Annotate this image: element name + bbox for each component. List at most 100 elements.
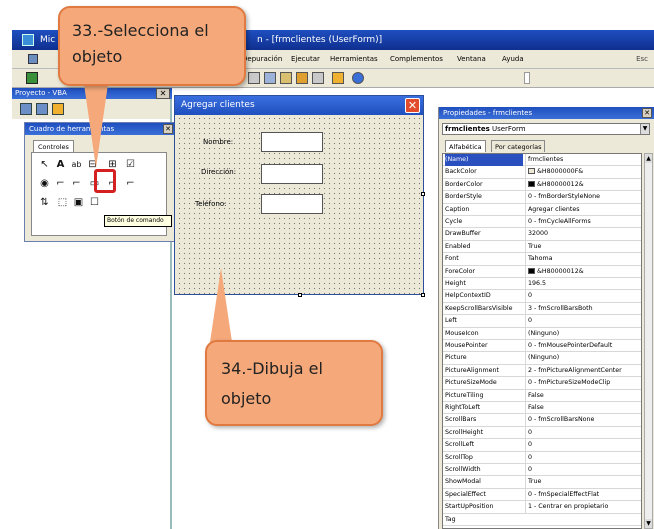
property-row[interactable]: Tag — [443, 514, 641, 526]
textbox-direccion[interactable] — [261, 164, 323, 184]
refedit-tool-icon[interactable]: ☐ — [88, 196, 101, 209]
property-row[interactable]: Enabled True — [443, 240, 641, 254]
toolbox-tab-controles[interactable]: Controles — [33, 140, 74, 152]
toolbar-button-3[interactable] — [280, 72, 292, 84]
property-row[interactable]: PictureAlignment 2 - fmPictureAlignmentCe… — [443, 364, 641, 378]
property-value[interactable]: 0 - fmMousePointerDefault — [525, 340, 641, 353]
textbox-telefono[interactable] — [261, 194, 323, 214]
property-row[interactable]: SpecialEffect 0 - fmSpecialEffectFlat — [443, 488, 641, 502]
form-resize-handle-bottom[interactable] — [298, 293, 302, 297]
property-row[interactable]: Caption Agregar clientes — [443, 203, 641, 216]
menu-complementos[interactable]: Complementos — [390, 50, 443, 69]
property-value[interactable]: 1 - Centrar en propietario — [525, 501, 641, 514]
textbox-tool-icon[interactable]: ab — [70, 158, 83, 171]
property-value[interactable]: 0 - fmCycleAllForms — [525, 216, 641, 229]
label-tool-icon[interactable]: A — [54, 158, 67, 171]
toolbar-button-5[interactable] — [312, 72, 324, 84]
tab-alfabetica[interactable]: Alfabética — [445, 140, 486, 152]
property-row[interactable]: ScrollTop 0 — [443, 451, 641, 464]
property-value[interactable]: 0 - fmPictureSizeModeClip — [525, 377, 641, 390]
property-value[interactable]: 0 — [525, 451, 641, 464]
property-value[interactable]: 0 — [525, 426, 641, 440]
property-value[interactable]: 2 - fmPictureAlignmentCenter — [525, 364, 641, 378]
property-row[interactable]: Picture (Ninguno) — [443, 352, 641, 365]
label-telefono[interactable]: Teléfono: — [195, 200, 226, 208]
property-value[interactable]: 0 - fmBorderStyleNone — [525, 191, 641, 204]
scrollbar-tool-icon[interactable]: ⇅ — [38, 196, 51, 209]
optionbutton-tool-icon[interactable]: ◉ — [38, 177, 51, 190]
form-resize-handle-corner[interactable] — [421, 293, 425, 297]
property-row[interactable]: KeepScrollBarsVisible 3 - fmScrollBarsBot… — [443, 302, 641, 316]
toolbar-button-1[interactable] — [248, 72, 260, 84]
project-pane-close-icon[interactable]: ✕ — [156, 88, 170, 99]
property-value[interactable]: 32000 — [525, 228, 641, 241]
property-row[interactable]: BorderStyle 0 - fmBorderStyleNone — [443, 191, 641, 204]
view-object-icon[interactable] — [36, 103, 48, 115]
toolbox-close-icon[interactable]: ✕ — [163, 124, 173, 134]
toolbox-toggle-icon[interactable] — [332, 72, 344, 84]
menu-ayuda[interactable]: Ayuda — [502, 50, 524, 69]
property-row[interactable]: ShowModal True — [443, 476, 641, 489]
property-row[interactable]: HelpContextID 0 — [443, 290, 641, 303]
userform-close-icon[interactable]: ✕ — [405, 98, 420, 113]
property-value[interactable]: False — [525, 402, 641, 415]
property-value[interactable]: 0 - fmScrollBarsNone — [525, 414, 641, 427]
property-row[interactable]: Cycle 0 - fmCycleAllForms — [443, 216, 641, 229]
property-value[interactable]: (Ninguno) — [525, 327, 641, 340]
label-nombre[interactable]: Nombre: — [203, 138, 233, 146]
property-row[interactable]: ScrollBars 0 - fmScrollBarsNone — [443, 414, 641, 427]
property-row[interactable]: BackColor &H8000000F& — [443, 166, 641, 179]
frame-tool-icon[interactable]: ⌐ — [70, 177, 83, 190]
property-row[interactable]: ForeColor &H80000012& — [443, 265, 641, 278]
properties-scrollbar[interactable]: ▲ ▼ — [644, 153, 653, 529]
property-value[interactable]: &H80000012& — [525, 178, 641, 192]
property-value[interactable]: Tahoma — [525, 253, 641, 266]
property-value[interactable]: True — [525, 240, 641, 254]
property-value[interactable]: (Ninguno) — [525, 352, 641, 365]
property-row[interactable]: MouseIcon (Ninguno) — [443, 327, 641, 340]
property-value[interactable]: 3 - fmScrollBarsBoth — [525, 302, 641, 316]
property-row[interactable]: Left 0 — [443, 315, 641, 328]
toolbar-button-2[interactable] — [264, 72, 276, 84]
userform-designer[interactable]: Agregar clientes ✕ Nombre: Dirección: Te… — [174, 95, 424, 295]
properties-object-selector[interactable]: frmclientes UserForm ▼ — [442, 123, 650, 135]
property-row[interactable]: Height 196.5 — [443, 278, 641, 291]
property-value[interactable]: 0 - fmSpecialEffectFlat — [525, 488, 641, 502]
menu-ejecutar[interactable]: Ejecutar — [291, 50, 320, 69]
scroll-up-icon[interactable]: ▲ — [645, 154, 652, 163]
property-row[interactable]: Font Tahoma — [443, 253, 641, 266]
property-value[interactable]: &H8000000F& — [525, 166, 641, 179]
property-row[interactable]: BorderColor &H80000012& — [443, 178, 641, 192]
property-value[interactable]: &H80000012& — [525, 265, 641, 278]
property-row[interactable]: PictureSizeMode 0 - fmPictureSizeModeClip — [443, 377, 641, 390]
property-value[interactable]: Agregar clientes — [525, 203, 641, 216]
menu-herramientas[interactable]: Herramientas — [330, 50, 378, 69]
menu-ventana[interactable]: Ventana — [457, 50, 486, 69]
property-row[interactable]: ScrollHeight 0 — [443, 426, 641, 440]
chevron-down-icon[interactable]: ▼ — [640, 124, 649, 134]
property-value[interactable]: 0 — [525, 290, 641, 303]
toggle-folders-icon[interactable] — [52, 103, 64, 115]
properties-close-icon[interactable]: ✕ — [642, 108, 652, 118]
togglebutton-tool-icon[interactable]: ⌐ — [54, 177, 67, 190]
spinbutton-tool-icon[interactable]: ⬚ — [56, 196, 69, 209]
property-row[interactable]: StartUpPosition 1 - Centrar en propietari… — [443, 501, 641, 514]
property-row[interactable]: RightToLeft False — [443, 402, 641, 415]
property-value[interactable]: True — [525, 476, 641, 489]
scroll-down-icon[interactable]: ▼ — [645, 519, 652, 528]
pointer-tool-icon[interactable]: ↖ — [38, 158, 51, 171]
help-icon[interactable] — [352, 72, 364, 84]
toolbar-button-4[interactable] — [296, 72, 308, 84]
property-value[interactable]: 196.5 — [525, 278, 641, 291]
view-excel-icon[interactable] — [26, 72, 38, 84]
property-row[interactable]: PictureTiling False — [443, 389, 641, 402]
property-value[interactable]: 0 — [525, 315, 641, 328]
image-tool-icon[interactable]: ▣ — [72, 196, 85, 209]
label-direccion[interactable]: Dirección: — [201, 168, 236, 176]
property-row[interactable]: ScrollWidth 0 — [443, 464, 641, 477]
property-value[interactable]: 0 — [525, 464, 641, 477]
textbox-nombre[interactable] — [261, 132, 323, 152]
property-row[interactable]: DrawBuffer 32000 — [443, 228, 641, 241]
property-value[interactable]: frmclientes — [525, 154, 641, 167]
property-row[interactable]: ScrollLeft 0 — [443, 439, 641, 452]
